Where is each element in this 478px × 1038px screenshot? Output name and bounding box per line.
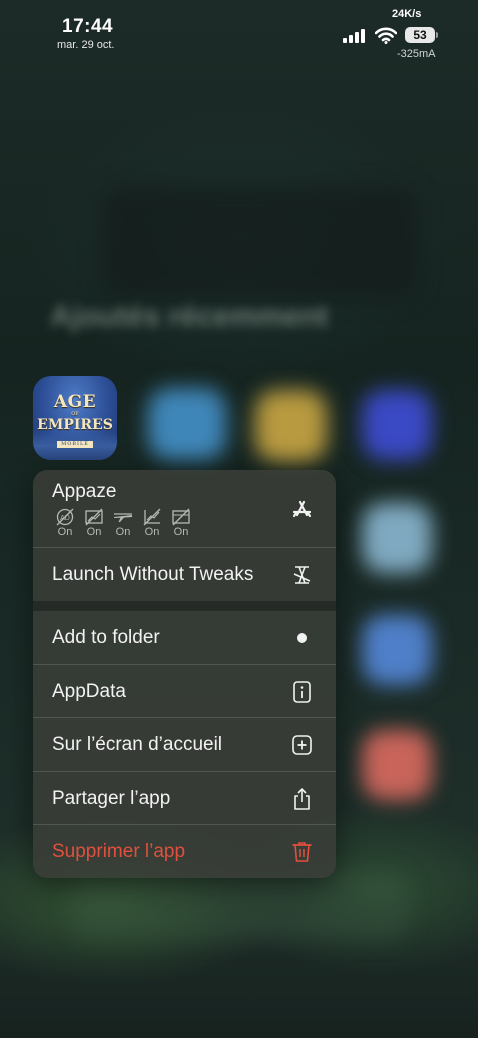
- trash-icon: [292, 841, 312, 862]
- battery-tip: [436, 32, 438, 38]
- info-icon: [293, 680, 311, 703]
- blurred-dock: [70, 870, 410, 940]
- tweaks-off-icon: [293, 565, 311, 584]
- wifi-icon: [375, 27, 397, 44]
- dot-icon: [297, 632, 307, 643]
- status-time: 17:44: [62, 16, 114, 37]
- appaze-toggle-airplane[interactable]: On: [111, 508, 135, 538]
- blurred-widget-title: Ajoutés récemment: [50, 300, 329, 333]
- menu-item-appdata[interactable]: AppData: [33, 664, 336, 718]
- blurred-app-icon: [362, 390, 432, 460]
- app-logo: AGE OF EMPIRES MOBILE: [37, 392, 113, 448]
- appaze-toggle-chart[interactable]: On: [140, 508, 164, 538]
- battery-current: -325mA: [397, 48, 436, 60]
- age-of-empires-app-icon[interactable]: AGE OF EMPIRES MOBILE: [33, 376, 117, 460]
- app-store-icon: [292, 500, 312, 518]
- layers-off-icon: [172, 508, 190, 526]
- blurred-app-icon: [362, 615, 432, 685]
- blurred-app-icon: [362, 730, 432, 800]
- menu-item-add-to-folder[interactable]: Add to folder: [33, 611, 336, 664]
- appaze-toggle-image[interactable]: On: [82, 508, 106, 538]
- menu-group-separator: [33, 601, 336, 611]
- menu-item-appaze[interactable]: Appaze AD On On On On On: [33, 470, 336, 547]
- appaze-title: Appaze: [52, 481, 117, 502]
- battery-icon: 53: [405, 27, 435, 43]
- appaze-toggle-ads[interactable]: AD On: [53, 508, 77, 538]
- image-off-icon: [85, 508, 103, 526]
- appaze-toggle-layers[interactable]: On: [169, 508, 193, 538]
- network-speed: 24K/s: [392, 8, 422, 20]
- cellular-signal-icon: [343, 29, 365, 43]
- blurred-app-icon: [362, 503, 432, 573]
- battery-level: 53: [413, 28, 427, 42]
- menu-item-share-app[interactable]: Partager l’app: [33, 771, 336, 825]
- plus-square-icon: [292, 734, 312, 755]
- menu-item-add-to-home-screen[interactable]: Sur l’écran d’accueil: [33, 717, 336, 771]
- share-icon: [294, 787, 310, 810]
- airplane-off-icon: [114, 513, 132, 522]
- menu-item-delete-app[interactable]: Supprimer l’app: [33, 824, 336, 878]
- blurred-app-icon: [255, 390, 327, 462]
- status-date: mar. 29 oct.: [57, 39, 115, 51]
- ads-off-icon: AD: [56, 508, 74, 526]
- blurred-widget: [100, 185, 420, 300]
- app-context-menu: Appaze AD On On On On On Launch Without …: [33, 470, 336, 878]
- menu-item-launch-without-tweaks[interactable]: Launch Without Tweaks: [33, 547, 336, 601]
- blurred-app-icon: [148, 388, 226, 460]
- chart-off-icon: [143, 508, 161, 526]
